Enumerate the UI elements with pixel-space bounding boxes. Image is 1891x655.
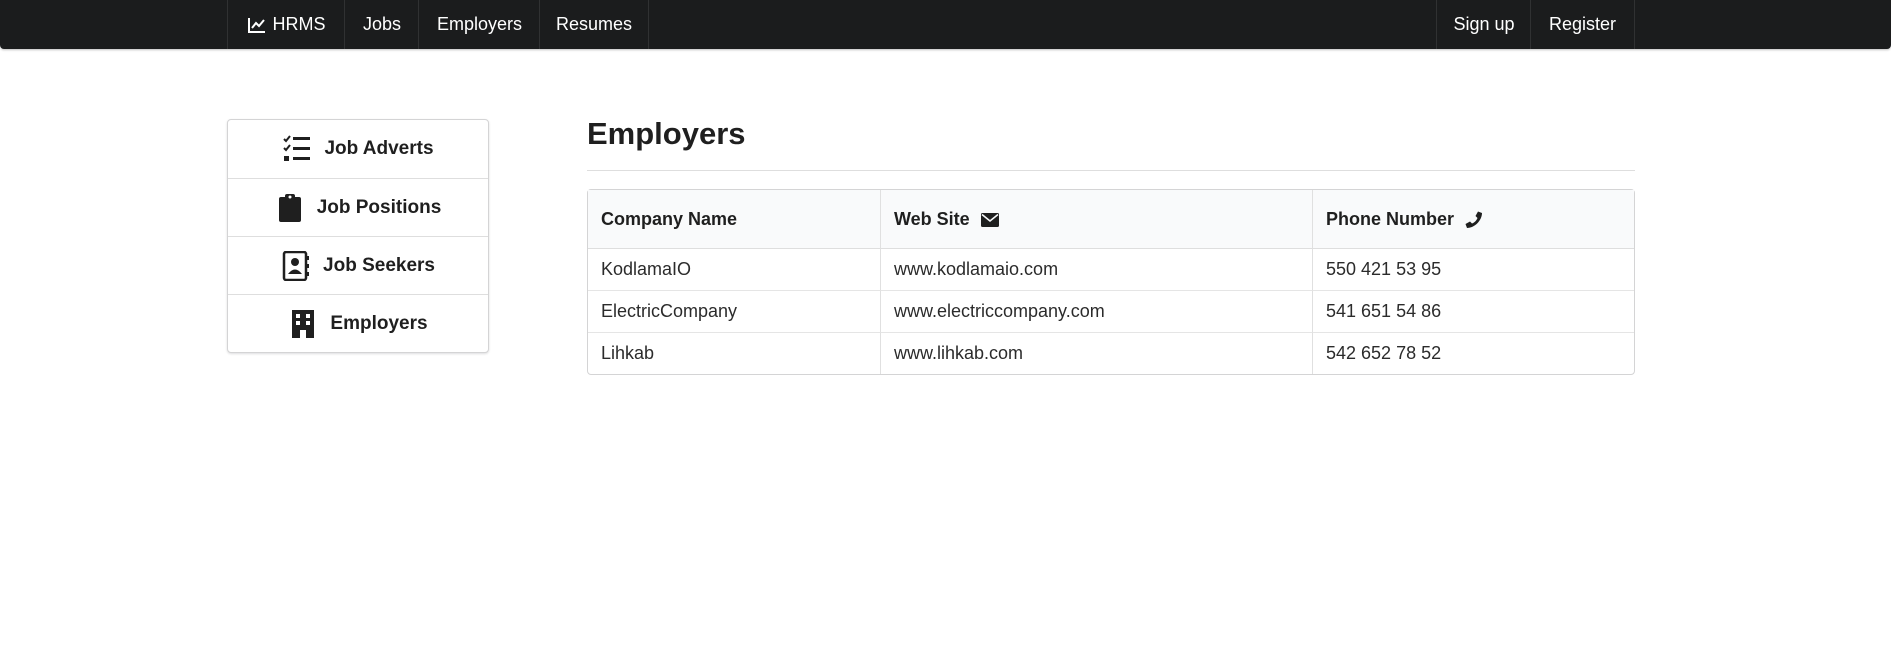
cell-web-site: www.lihkab.com <box>880 332 1312 374</box>
table-row: Lihkab www.lihkab.com 542 652 78 52 <box>588 332 1634 374</box>
page-title: Employers <box>587 116 746 151</box>
nav-item-label: Resumes <box>555 14 633 34</box>
clipboard-icon <box>275 193 305 223</box>
sidebar-item-employers[interactable]: Employers <box>228 294 488 353</box>
cell-company-name: KodlamaIO <box>601 259 692 279</box>
nav-item-resumes[interactable]: Resumes <box>539 0 649 49</box>
nav-brand-label: HRMS <box>272 14 326 34</box>
cell-phone-number: 550 421 53 95 <box>1312 249 1634 290</box>
sidebar-item-job-positions[interactable]: Job Positions <box>228 178 488 237</box>
sidebar-item-label: Job Seekers <box>323 255 435 276</box>
column-header-web-site[interactable]: Web Site <box>880 190 1312 249</box>
sidebar-item-job-seekers[interactable]: Job Seekers <box>228 236 488 295</box>
column-header-label: Company Name <box>601 208 738 229</box>
sidebar-item-label: Job Positions <box>316 197 442 218</box>
envelope-icon <box>980 212 999 227</box>
nav-item-employers[interactable]: Employers <box>418 0 540 49</box>
nav-item-label: Jobs <box>362 14 402 34</box>
cell-web-site: www.electriccompany.com <box>880 290 1312 332</box>
chart-line-icon <box>247 17 265 33</box>
column-header-label: Web Site <box>894 208 970 229</box>
nav-item-label: Register <box>1548 14 1617 34</box>
nav-brand-hrms[interactable]: HRMS <box>227 0 345 49</box>
cell-company-name: ElectricCompany <box>588 290 880 332</box>
title-divider <box>587 170 1635 171</box>
table-header-row: Company Name Web Site Phone Number <box>588 190 1634 249</box>
nav-item-label: Employers <box>436 14 523 34</box>
cell-phone-number: 542 652 78 52 <box>1312 332 1634 374</box>
nav-item-register[interactable]: Register <box>1530 0 1635 49</box>
column-header-label: Phone Number <box>1326 208 1455 229</box>
top-navbar: HRMS Jobs Employers Resumes Sign up Regi… <box>0 0 1891 49</box>
table-row: ElectricCompany www.electriccompany.com … <box>588 290 1634 332</box>
sidebar-item-label: Employers <box>330 313 428 334</box>
employers-table: Company Name Web Site Phone Number Kodla… <box>587 189 1635 375</box>
sidebar-item-job-adverts[interactable]: Job Adverts <box>228 120 488 178</box>
nav-item-jobs[interactable]: Jobs <box>344 0 419 49</box>
address-book-icon <box>281 251 311 281</box>
building-icon <box>288 309 318 339</box>
cell-web-site: www.kodlamaio.com <box>880 249 1312 290</box>
cell-company-name: Lihkab <box>588 332 880 374</box>
sidebar-menu: Job Adverts Job Positions Job Seekers Em… <box>227 119 489 353</box>
table-row: KodlamaIO www.kodlamaio.com 550 421 53 9… <box>588 249 1634 290</box>
phone-icon <box>1465 211 1483 228</box>
sidebar-item-label: Job Adverts <box>324 138 434 159</box>
nav-item-label: Sign up <box>1453 14 1515 34</box>
nav-item-sign-up[interactable]: Sign up <box>1436 0 1531 49</box>
column-header-company-name[interactable]: Company Name <box>588 190 880 249</box>
cell-phone-number: 541 651 54 86 <box>1312 290 1634 332</box>
column-header-phone-number[interactable]: Phone Number <box>1312 190 1634 249</box>
tasks-list-icon <box>282 134 312 164</box>
